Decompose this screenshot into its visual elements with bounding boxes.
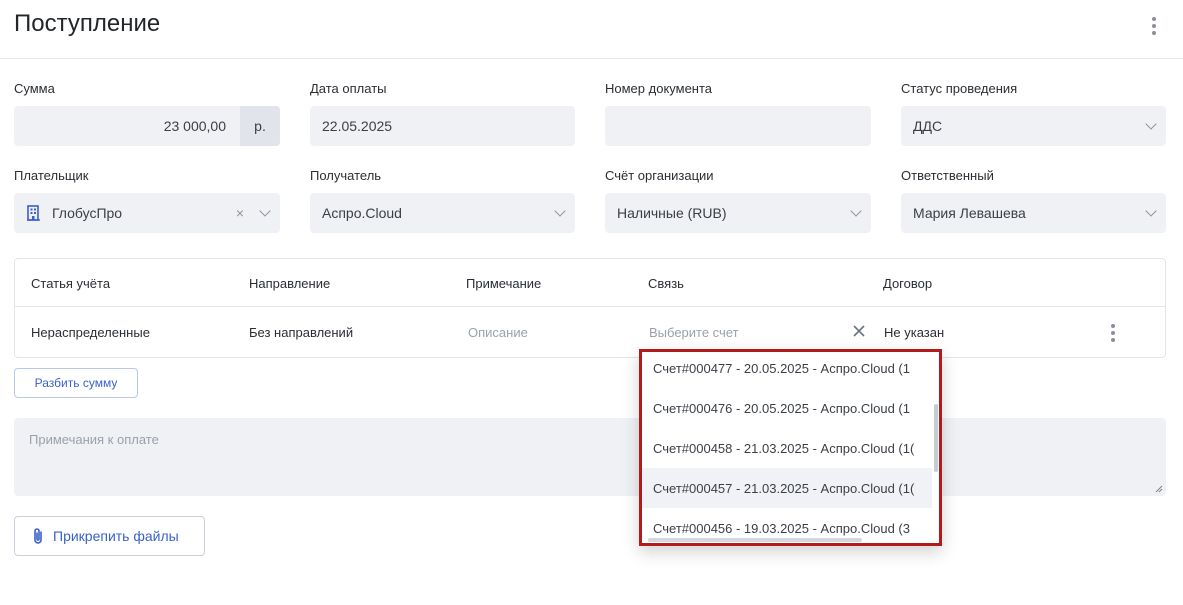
article-cell[interactable]: Нераспределенные [31,325,150,340]
payment-date-input[interactable]: 22.05.2025 [310,106,575,146]
chevron-down-icon [250,193,280,233]
notes-placeholder: Примечания к оплате [29,432,159,447]
responsible-value: Мария Левашева [913,205,1026,221]
recipient-select[interactable]: Аспро.Cloud [310,193,575,233]
chevron-down-icon [1136,193,1166,233]
payment-date-value: 22.05.2025 [322,118,393,134]
chevron-down-icon [545,193,575,233]
vertical-scrollbar[interactable] [934,404,938,472]
responsible-select[interactable]: Мария Левашева [901,193,1166,233]
payer-label: Плательщик [14,168,89,183]
status-select[interactable]: ДДС [901,106,1166,146]
page-header: Поступление [0,0,1183,59]
sum-label: Сумма [14,81,55,96]
close-icon[interactable] [851,323,867,339]
sum-input[interactable]: 23 000,00 р. [14,106,280,146]
account-value: Наличные (RUB) [617,205,727,221]
link-select[interactable]: Выберите счет [649,325,739,340]
invoice-option[interactable]: Счет#000477 - 20.05.2025 - Аспро.Cloud (… [642,352,932,388]
allocation-table: Статья учёта Направление Примечание Связ… [14,258,1166,358]
more-options-icon[interactable] [1145,14,1163,38]
recipient-value: Аспро.Cloud [322,205,402,221]
doc-number-input[interactable] [605,106,871,146]
column-header-article: Статья учёта [31,276,111,291]
attach-files-button[interactable]: Прикрепить файлы [14,516,205,556]
account-label: Счёт организации [605,168,714,183]
column-header-direction: Направление [249,276,331,291]
attach-files-label: Прикрепить файлы [53,528,179,544]
column-header-contract: Договор [883,276,933,291]
invoice-option[interactable]: Счет#000476 - 20.05.2025 - Аспро.Cloud (… [642,388,932,428]
payment-notes-textarea[interactable]: Примечания к оплате [14,418,1166,496]
payer-select[interactable]: ГлобусПро × [14,193,280,233]
invoice-option-hovered[interactable]: Счет#000457 - 21.03.2025 - Аспро.Cloud (… [642,468,932,508]
payment-date-label: Дата оплаты [310,81,387,96]
account-select[interactable]: Наличные (RUB) [605,193,871,233]
sum-value: 23 000,00 [163,118,226,134]
note-input[interactable]: Описание [468,325,528,340]
column-header-link: Связь [648,276,684,291]
page-title: Поступление [14,10,161,37]
row-options-icon[interactable] [1107,323,1119,343]
split-sum-button[interactable]: Разбить сумму [14,368,138,398]
invoice-option[interactable]: Счет#000458 - 21.03.2025 - Аспро.Cloud (… [642,428,932,468]
paperclip-icon [34,528,42,544]
currency-unit: р. [240,106,280,146]
direction-cell[interactable]: Без направлений [249,325,353,340]
contract-cell[interactable]: Не указан [884,325,944,340]
invoice-dropdown: Счет#000477 - 20.05.2025 - Аспро.Cloud (… [639,349,942,546]
chevron-down-icon [1136,106,1166,146]
column-header-note: Примечание [466,276,542,291]
responsible-label: Ответственный [901,168,994,183]
doc-number-label: Номер документа [605,81,713,96]
recipient-label: Получатель [310,168,382,183]
chevron-down-icon [841,193,871,233]
status-value: ДДС [913,118,943,134]
table-header [15,259,1165,307]
resize-handle-icon[interactable] [1155,485,1163,493]
status-label: Статус проведения [901,81,1018,96]
payer-value: ГлобусПро [52,205,123,221]
clear-icon[interactable]: × [230,205,250,221]
horizontal-scrollbar[interactable] [648,538,862,542]
